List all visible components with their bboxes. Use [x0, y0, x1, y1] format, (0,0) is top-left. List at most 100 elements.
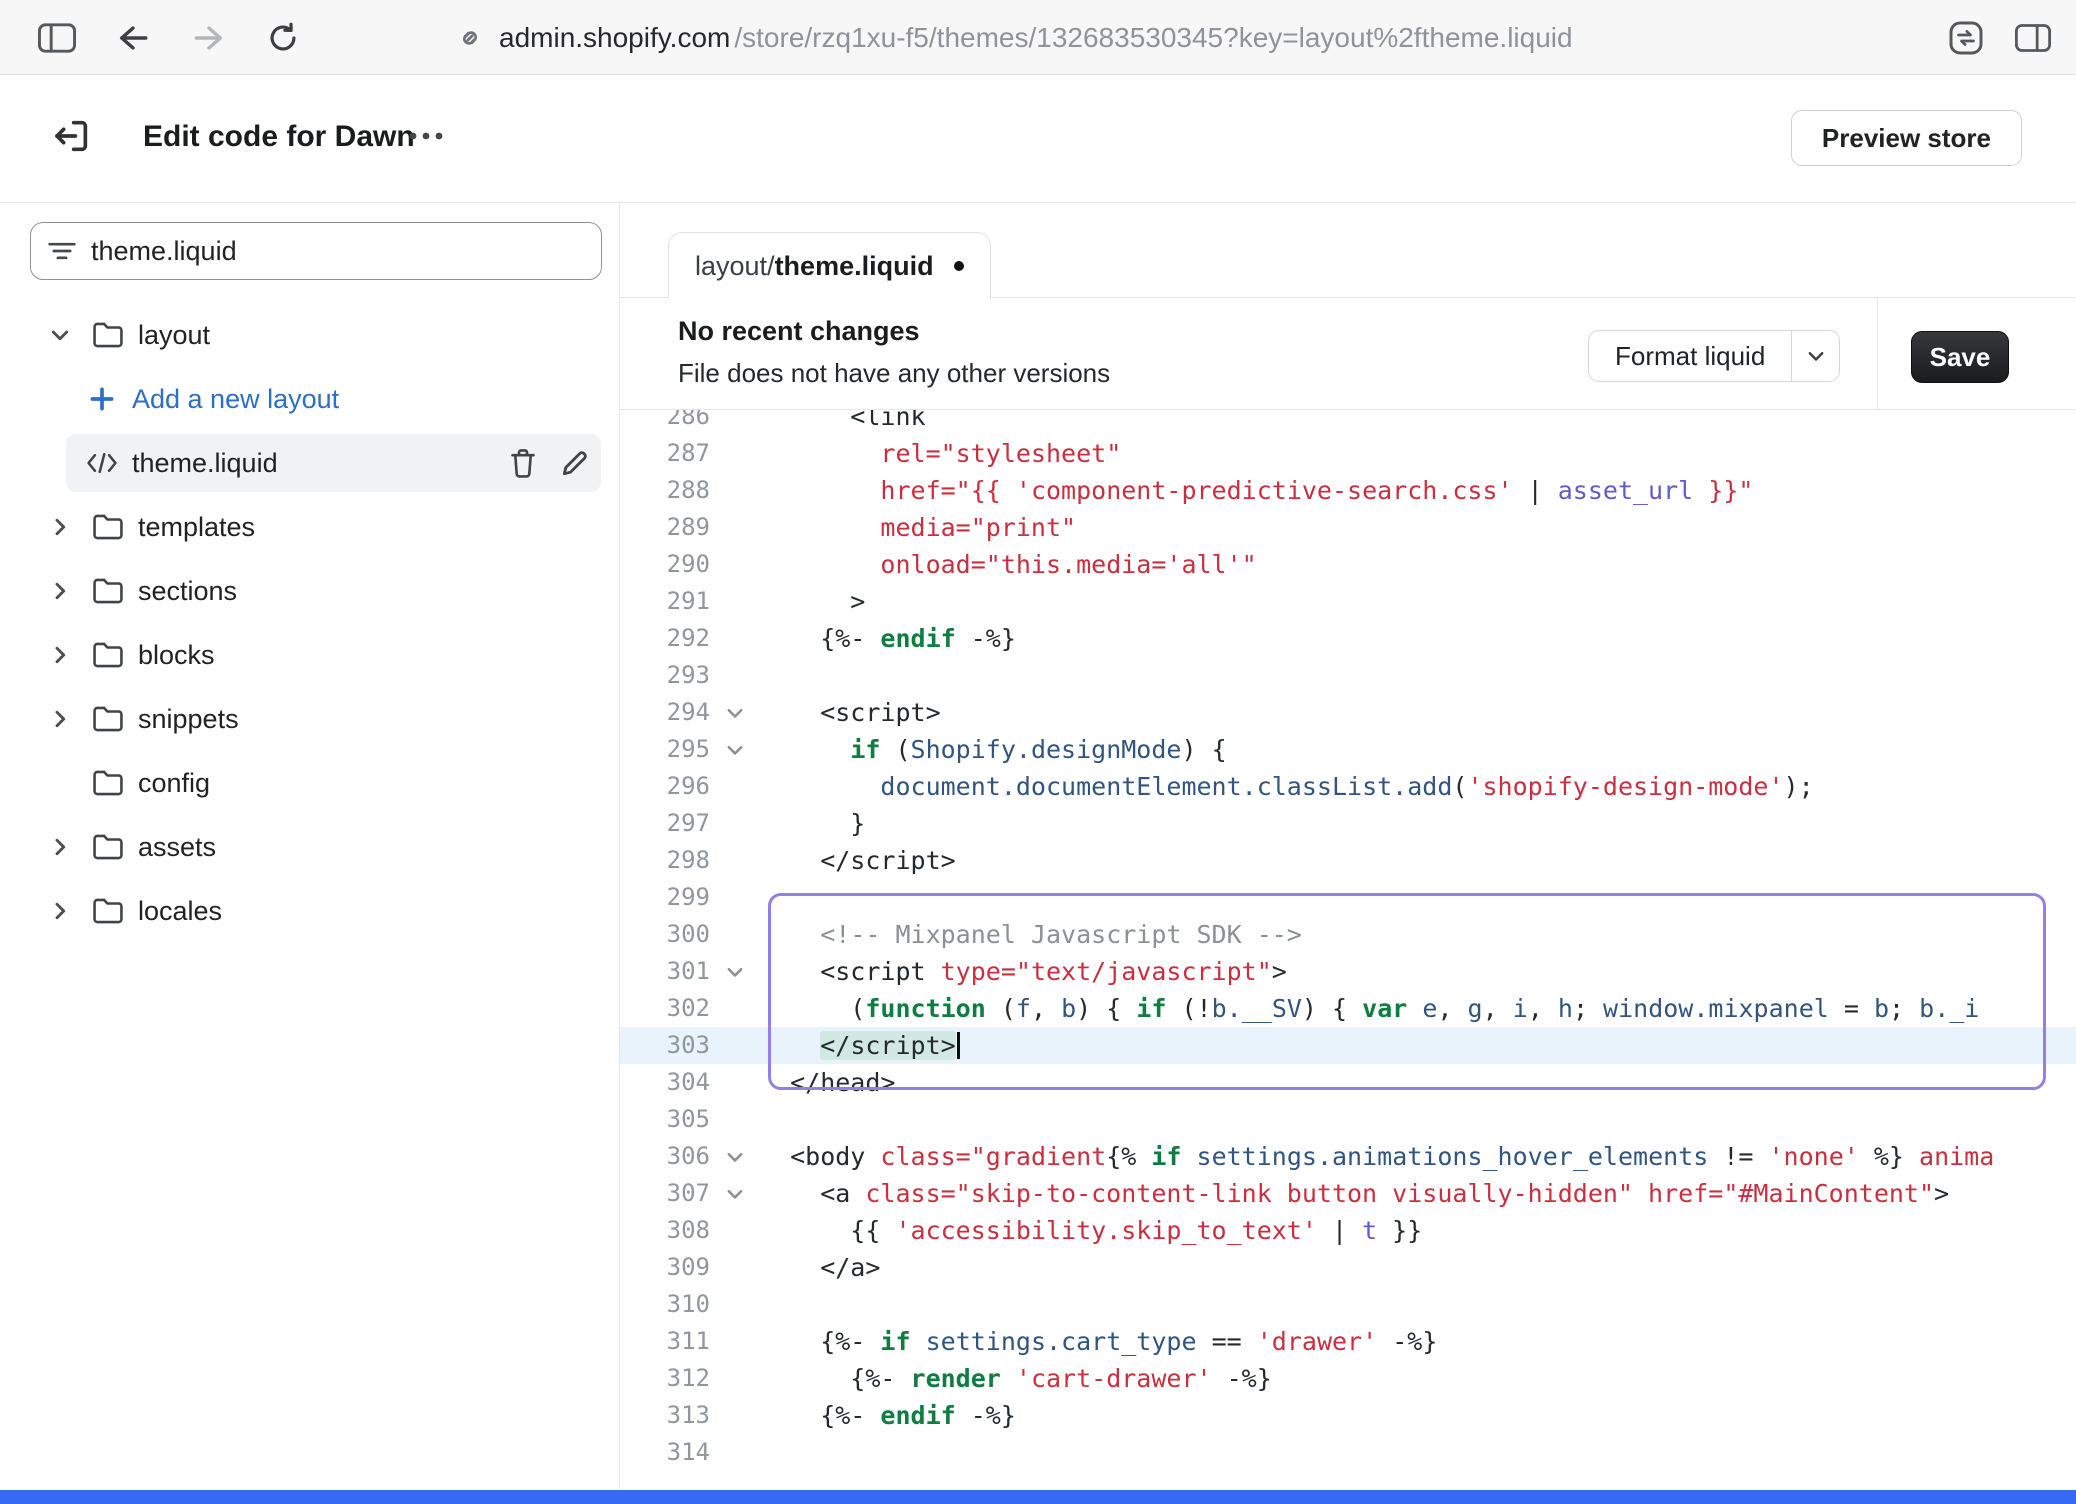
- fold-chevron-icon[interactable]: [710, 1175, 760, 1212]
- sidebar-toggle-icon[interactable]: [36, 17, 78, 59]
- sidebar-item-add-a-new-layout[interactable]: Add a new layout: [0, 367, 619, 431]
- line-number[interactable]: 306: [620, 1138, 710, 1175]
- code-text: if (Shopify.designMode) {: [760, 731, 2076, 768]
- line-number[interactable]: 309: [620, 1249, 710, 1286]
- code-line-301[interactable]: 301 <script type="text/javascript">: [620, 953, 2076, 990]
- line-number[interactable]: 310: [620, 1286, 710, 1323]
- fold-chevron-icon[interactable]: [710, 1138, 760, 1175]
- fold-chevron-icon[interactable]: [710, 953, 760, 990]
- code-line-298[interactable]: 298 </script>: [620, 842, 2076, 879]
- format-liquid-button[interactable]: Format liquid: [1589, 331, 1791, 381]
- line-number[interactable]: 303: [620, 1027, 710, 1064]
- split-view-icon[interactable]: [2012, 17, 2054, 59]
- line-number[interactable]: 298: [620, 842, 710, 879]
- preview-store-button[interactable]: Preview store: [1791, 110, 2022, 166]
- line-number[interactable]: 288: [620, 472, 710, 509]
- line-number[interactable]: 308: [620, 1212, 710, 1249]
- code-line-314[interactable]: 314: [620, 1434, 2076, 1471]
- line-number[interactable]: 299: [620, 879, 710, 916]
- line-number[interactable]: 305: [620, 1101, 710, 1138]
- line-number[interactable]: 292: [620, 620, 710, 657]
- line-number[interactable]: 302: [620, 990, 710, 1027]
- code-line-288[interactable]: 288 href="{{ 'component-predictive-searc…: [620, 472, 2076, 509]
- line-number[interactable]: 287: [620, 435, 710, 472]
- chevron-right-icon[interactable]: [38, 643, 82, 667]
- code-line-296[interactable]: 296 document.documentElement.classList.a…: [620, 768, 2076, 805]
- code-editor[interactable]: 286 <link287 rel="stylesheet"288 href="{…: [620, 410, 2076, 1490]
- code-line-299[interactable]: 299: [620, 879, 2076, 916]
- exit-code-editor-icon[interactable]: [46, 110, 98, 162]
- code-line-291[interactable]: 291 >: [620, 583, 2076, 620]
- code-line-308[interactable]: 308 {{ 'accessibility.skip_to_text' | t …: [620, 1212, 2076, 1249]
- line-number[interactable]: 314: [620, 1434, 710, 1471]
- sidebar-item-config[interactable]: config: [0, 751, 619, 815]
- code-line-309[interactable]: 309 </a>: [620, 1249, 2076, 1286]
- code-line-287[interactable]: 287 rel="stylesheet": [620, 435, 2076, 472]
- code-line-294[interactable]: 294 <script>: [620, 694, 2076, 731]
- code-line-306[interactable]: 306 <body class="gradient{% if settings.…: [620, 1138, 2076, 1175]
- code-line-300[interactable]: 300 <!-- Mixpanel Javascript SDK -->: [620, 916, 2076, 953]
- address-bar[interactable]: admin.shopify.com/store/rzq1xu-f5/themes…: [455, 0, 1573, 75]
- code-line-313[interactable]: 313 {%- endif -%}: [620, 1397, 2076, 1434]
- sidebar-item-snippets[interactable]: snippets: [0, 687, 619, 751]
- save-button[interactable]: Save: [1911, 331, 2009, 383]
- rename-file-icon[interactable]: [549, 448, 601, 478]
- back-icon[interactable]: [112, 17, 154, 59]
- code-line-302[interactable]: 302 (function (f, b) { if (!b.__SV) { va…: [620, 990, 2076, 1027]
- line-number[interactable]: 289: [620, 509, 710, 546]
- sidebar-item-locales[interactable]: locales: [0, 879, 619, 943]
- browser-extension-icon[interactable]: [1945, 17, 1987, 59]
- code-line-311[interactable]: 311 {%- if settings.cart_type == 'drawer…: [620, 1323, 2076, 1360]
- fold-chevron-icon[interactable]: [710, 694, 760, 731]
- sidebar-item-templates[interactable]: templates: [0, 495, 619, 559]
- forward-icon[interactable]: [188, 17, 230, 59]
- line-number[interactable]: 295: [620, 731, 710, 768]
- file-search-box[interactable]: [30, 222, 602, 280]
- line-number[interactable]: 312: [620, 1360, 710, 1397]
- chevron-down-icon[interactable]: [38, 323, 82, 347]
- fold-chevron-icon[interactable]: [710, 731, 760, 768]
- code-line-295[interactable]: 295 if (Shopify.designMode) {: [620, 731, 2076, 768]
- code-line-289[interactable]: 289 media="print": [620, 509, 2076, 546]
- line-number[interactable]: 296: [620, 768, 710, 805]
- line-number[interactable]: 300: [620, 916, 710, 953]
- format-liquid-dropdown[interactable]: [1791, 331, 1839, 381]
- chevron-right-icon[interactable]: [38, 899, 82, 923]
- code-line-293[interactable]: 293: [620, 657, 2076, 694]
- sidebar-item-sections[interactable]: sections: [0, 559, 619, 623]
- code-line-304[interactable]: 304 </head>: [620, 1064, 2076, 1101]
- line-number[interactable]: 311: [620, 1323, 710, 1360]
- code-line-310[interactable]: 310: [620, 1286, 2076, 1323]
- line-number[interactable]: 293: [620, 657, 710, 694]
- chevron-right-icon[interactable]: [38, 579, 82, 603]
- code-line-290[interactable]: 290 onload="this.media='all'": [620, 546, 2076, 583]
- reload-icon[interactable]: [262, 17, 304, 59]
- sidebar-item-assets[interactable]: assets: [0, 815, 619, 879]
- delete-file-icon[interactable]: [497, 447, 549, 479]
- tab-theme-liquid[interactable]: layout/theme.liquid: [668, 232, 991, 299]
- line-number[interactable]: 301: [620, 953, 710, 990]
- line-number[interactable]: 290: [620, 546, 710, 583]
- line-number[interactable]: 297: [620, 805, 710, 842]
- code-line-307[interactable]: 307 <a class="skip-to-content-link butto…: [620, 1175, 2076, 1212]
- code-line-303[interactable]: 303 </script>: [620, 1027, 2076, 1064]
- line-number[interactable]: 294: [620, 694, 710, 731]
- overflow-menu-icon[interactable]: [398, 110, 454, 162]
- code-line-297[interactable]: 297 }: [620, 805, 2076, 842]
- chevron-right-icon[interactable]: [38, 515, 82, 539]
- sidebar-item-blocks[interactable]: blocks: [0, 623, 619, 687]
- file-search-input[interactable]: [89, 235, 585, 268]
- code-line-286[interactable]: 286 <link: [620, 410, 2076, 435]
- sidebar-item-theme.liquid[interactable]: theme.liquid: [66, 434, 601, 492]
- code-line-292[interactable]: 292 {%- endif -%}: [620, 620, 2076, 657]
- line-number[interactable]: 291: [620, 583, 710, 620]
- line-number[interactable]: 313: [620, 1397, 710, 1434]
- code-line-312[interactable]: 312 {%- render 'cart-drawer' -%}: [620, 1360, 2076, 1397]
- line-number[interactable]: 304: [620, 1064, 710, 1101]
- sidebar-item-layout[interactable]: layout: [0, 303, 619, 367]
- chevron-right-icon[interactable]: [38, 707, 82, 731]
- code-line-305[interactable]: 305: [620, 1101, 2076, 1138]
- chevron-right-icon[interactable]: [38, 835, 82, 859]
- line-number[interactable]: 307: [620, 1175, 710, 1212]
- line-number[interactable]: 286: [620, 410, 710, 435]
